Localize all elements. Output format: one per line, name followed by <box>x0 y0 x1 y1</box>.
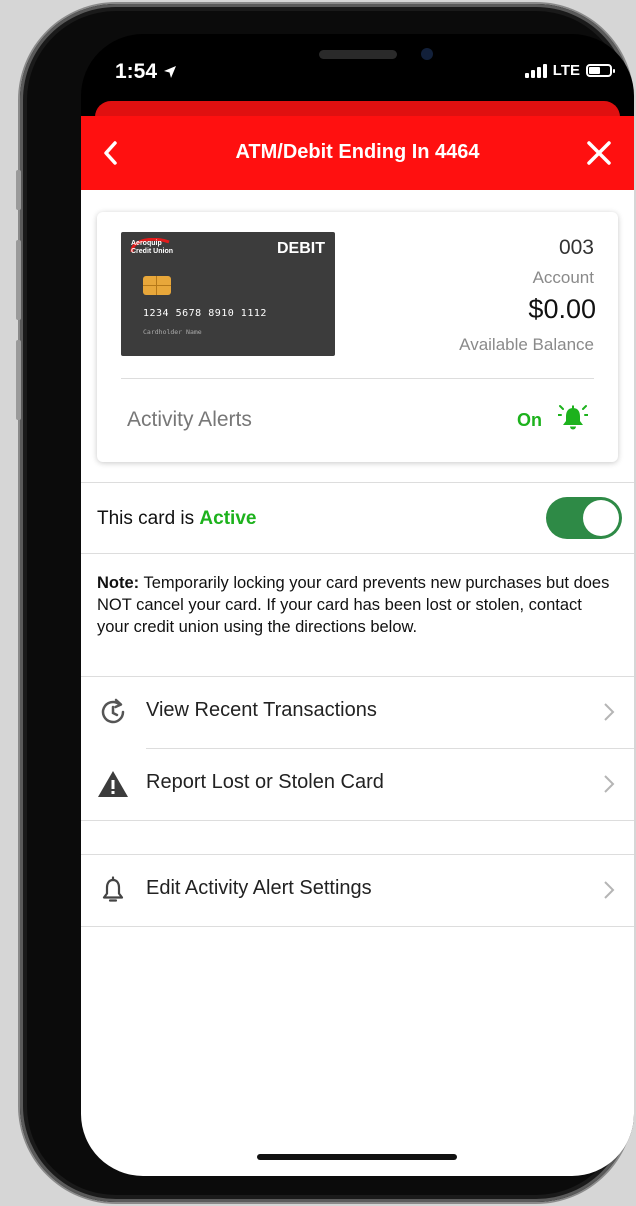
chevron-right-icon <box>604 881 615 899</box>
card-status-state: Active <box>199 508 257 529</box>
home-indicator[interactable] <box>257 1154 457 1160</box>
card-summary-panel: Aeroquip Credit Union DEBIT 1234 5678 89… <box>97 212 618 462</box>
status-time: 1:54 <box>115 60 177 84</box>
history-icon <box>101 698 125 724</box>
menu-item-edit-alert-settings[interactable]: Edit Activity Alert Settings <box>81 855 634 925</box>
divider <box>121 378 594 379</box>
battery-icon <box>586 64 615 77</box>
page-title: ATM/Debit Ending In 4464 <box>235 141 480 163</box>
header-bar: ATM/Debit Ending In 4464 <box>81 116 634 190</box>
chevron-right-icon <box>604 703 615 721</box>
account-label: Account <box>532 268 594 287</box>
status-indicators: LTE <box>524 62 615 79</box>
available-balance-label: Available Balance <box>459 335 594 354</box>
bell-ringing-icon[interactable] <box>558 404 588 432</box>
menu-item-report-lost-card[interactable]: Report Lost or Stolen Card <box>81 749 634 819</box>
warning-icon <box>98 771 128 797</box>
menu-item-label: View Recent Transactions <box>146 699 377 721</box>
card-status-text: This card is Active <box>97 508 257 529</box>
account-number: 003 <box>558 236 594 259</box>
bell-icon <box>102 876 124 902</box>
card-status-row: This card is Active <box>81 483 634 553</box>
lock-card-note: Note: Temporarily locking your card prev… <box>97 572 614 638</box>
divider <box>81 926 634 927</box>
mute-switch <box>16 170 21 210</box>
card-active-toggle[interactable] <box>546 497 622 539</box>
activity-alerts-status[interactable]: On <box>517 410 542 431</box>
toggle-knob[interactable] <box>583 500 619 536</box>
card-type-label: DEBIT <box>277 240 325 257</box>
available-balance-value: $0.00 <box>528 294 596 324</box>
front-camera <box>421 48 433 60</box>
earpiece-speaker <box>319 50 397 59</box>
note-text: Temporarily locking your card prevents n… <box>97 574 610 636</box>
phone-frame: 1:54 LTE ATM/Debit Ending In 4464 Aeroqu… <box>16 4 634 1202</box>
menu-item-label: Edit Activity Alert Settings <box>146 877 372 899</box>
menu-item-label: Report Lost or Stolen Card <box>146 771 384 793</box>
phone-screen: 1:54 LTE ATM/Debit Ending In 4464 Aeroqu… <box>81 34 634 1176</box>
card-details-sheet: ATM/Debit Ending In 4464 Aeroquip Credit… <box>81 116 634 1176</box>
chevron-right-icon <box>604 775 615 793</box>
divider <box>81 820 634 821</box>
activity-alerts-label: Activity Alerts <box>127 408 252 431</box>
divider <box>81 553 634 554</box>
menu-item-recent-transactions[interactable]: View Recent Transactions <box>81 677 634 747</box>
debit-card-image: Aeroquip Credit Union DEBIT 1234 5678 89… <box>121 232 335 356</box>
card-issuer-name: Aeroquip Credit Union <box>131 240 173 255</box>
location-arrow-icon <box>163 66 176 78</box>
close-icon[interactable] <box>584 138 614 168</box>
network-type: LTE <box>552 62 580 79</box>
volume-down-button <box>16 340 21 420</box>
card-number: 1234 5678 8910 1112 <box>143 308 267 319</box>
volume-up-button <box>16 240 21 320</box>
card-chip <box>143 276 171 295</box>
note-label: Note: <box>97 574 140 592</box>
signal-bars-icon <box>524 63 547 78</box>
cardholder-name: Cardholder Name <box>143 328 202 336</box>
